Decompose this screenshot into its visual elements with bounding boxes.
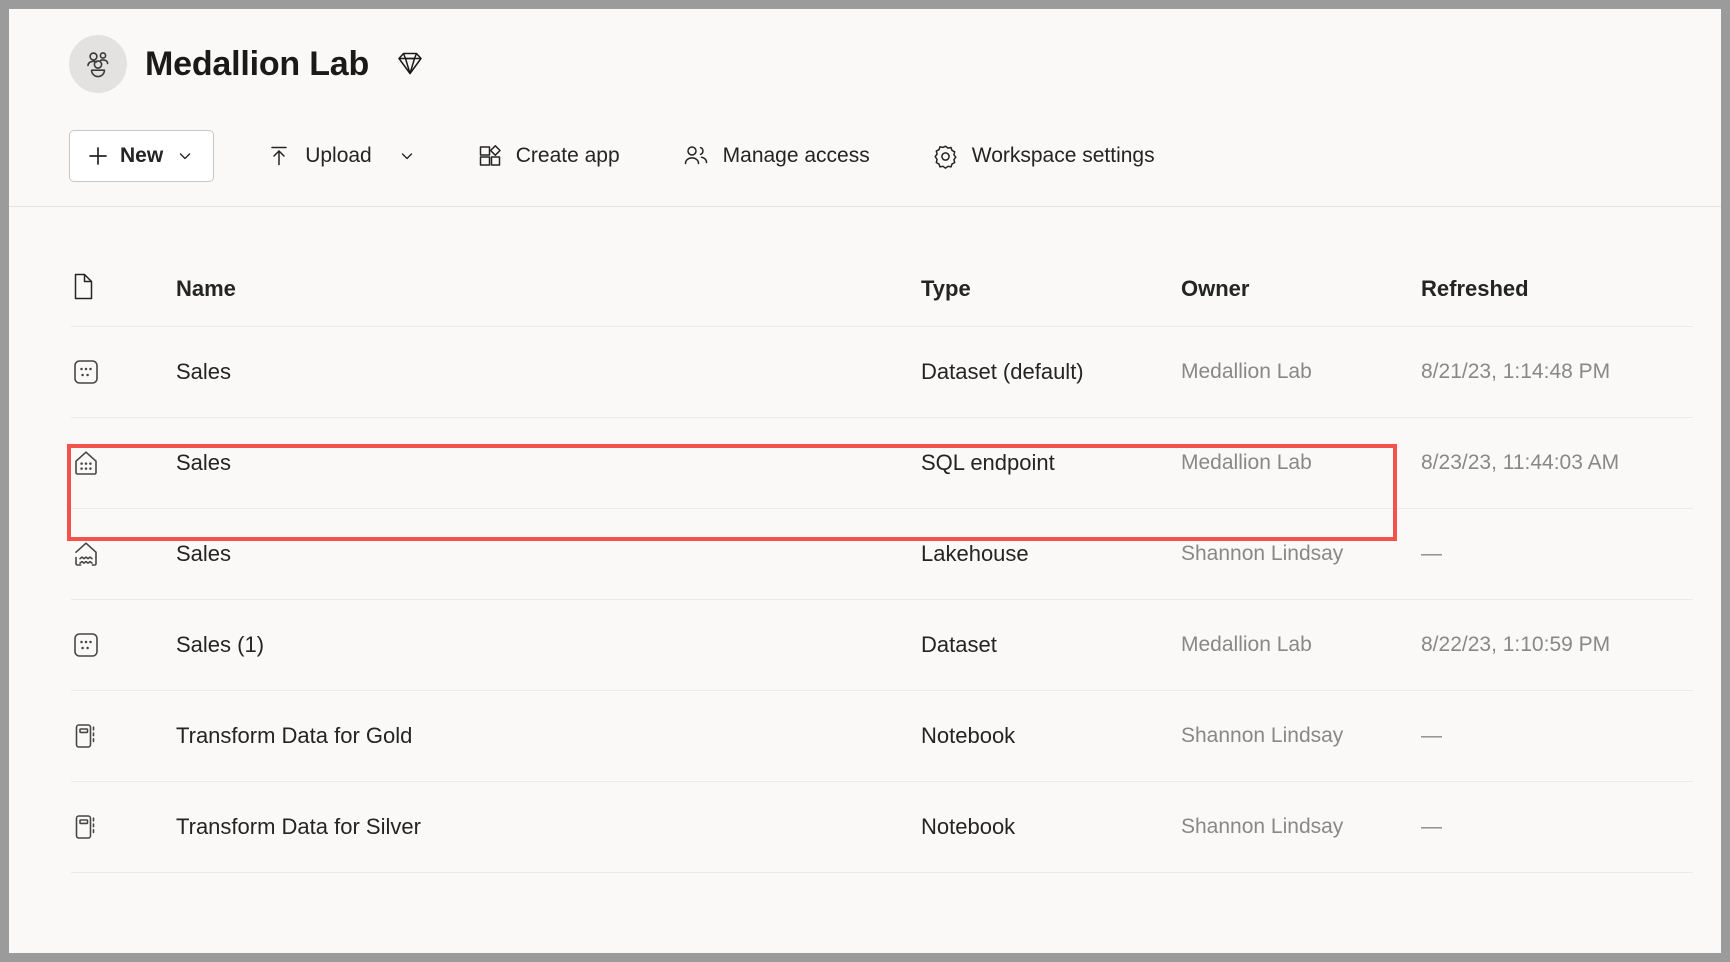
items-list: Name Type Owner Refreshed Sales Dataset … [9,207,1721,953]
plus-icon [86,144,110,168]
table-row[interactable]: Sales (1) Dataset Medallion Lab 8/22/23,… [71,600,1693,691]
row-name: Sales [176,541,232,566]
workspace-settings-button-label: Workspace settings [971,144,1155,167]
row-owner: Medallion Lab [1181,451,1312,474]
upload-arrow-icon [266,143,292,169]
document-icon [71,272,96,306]
workspace-settings-button[interactable]: Workspace settings [914,132,1173,180]
row-name: Transform Data for Silver [176,814,421,839]
row-refreshed: 8/21/23, 1:14:48 PM [1421,360,1611,383]
row-refreshed: — [1421,815,1442,838]
row-refreshed: — [1421,542,1442,565]
list-rows-container: Sales Dataset (default) Medallion Lab 8/… [71,327,1693,873]
create-app-button[interactable]: Create app [459,132,638,180]
upload-button-label: Upload [305,144,372,167]
dataset-icon [71,630,176,660]
row-refreshed: 8/22/23, 1:10:59 PM [1421,633,1611,656]
page-title: Medallion Lab [145,44,370,83]
manage-access-button-label: Manage access [722,144,870,167]
new-button[interactable]: New [69,130,215,182]
chevron-down-icon [177,148,193,164]
app-grid-icon [477,143,503,169]
row-type: Notebook [921,723,1016,748]
row-name: Sales [176,450,232,475]
diamond-icon [393,47,427,81]
table-row[interactable]: Transform Data for Silver Notebook Shann… [71,782,1693,873]
row-refreshed: 8/23/23, 11:44:03 AM [1421,451,1620,474]
notebook-icon [71,721,176,751]
row-owner: Shannon Lindsay [1181,724,1344,747]
workspace-title-row: Medallion Lab [69,35,427,93]
row-name: Sales [176,359,232,384]
notebook-icon [71,812,176,842]
column-header-icon[interactable] [71,272,176,306]
row-type: Dataset (default) [921,359,1084,384]
row-name: Transform Data for Gold [176,723,413,748]
lakehouse-icon [71,539,176,569]
row-name: Sales (1) [176,632,265,657]
chevron-down-icon [399,148,415,164]
create-app-button-label: Create app [515,144,620,167]
column-header-owner[interactable]: Owner [1181,276,1421,302]
column-header-name[interactable]: Name [176,276,921,302]
row-owner: Medallion Lab [1181,633,1312,656]
row-type: Notebook [921,814,1016,839]
workspace-avatar [69,35,127,93]
row-type: Dataset [921,632,997,657]
table-row[interactable]: Sales SQL endpoint Medallion Lab 8/23/23… [71,418,1693,509]
table-row[interactable]: Sales Dataset (default) Medallion Lab 8/… [71,327,1693,418]
new-button-label: New [120,144,164,167]
column-header-refreshed[interactable]: Refreshed [1421,276,1693,302]
list-header-row: Name Type Owner Refreshed [71,252,1693,327]
row-owner: Shannon Lindsay [1181,542,1344,565]
table-row[interactable]: Transform Data for Gold Notebook Shannon… [71,691,1693,782]
row-owner: Medallion Lab [1181,360,1312,383]
command-bar: New Upload Create app Manage access Work… [69,130,1173,182]
manage-access-button[interactable]: Manage access [664,132,888,180]
row-type: SQL endpoint [921,450,1055,475]
row-type: Lakehouse [921,541,1029,566]
workspace-header: Medallion Lab New Upload Create app Mana… [9,9,1721,207]
dataset-icon [71,357,176,387]
workspace-window: Medallion Lab New Upload Create app Mana… [9,9,1721,953]
upload-button[interactable]: Upload [248,132,433,180]
gear-icon [932,143,959,170]
row-refreshed: — [1421,724,1442,747]
people-icon [682,143,710,169]
table-row[interactable]: Sales Lakehouse Shannon Lindsay — [71,509,1693,600]
column-header-type[interactable]: Type [921,276,1181,302]
sql-endpoint-icon [71,448,176,478]
row-owner: Shannon Lindsay [1181,815,1344,838]
